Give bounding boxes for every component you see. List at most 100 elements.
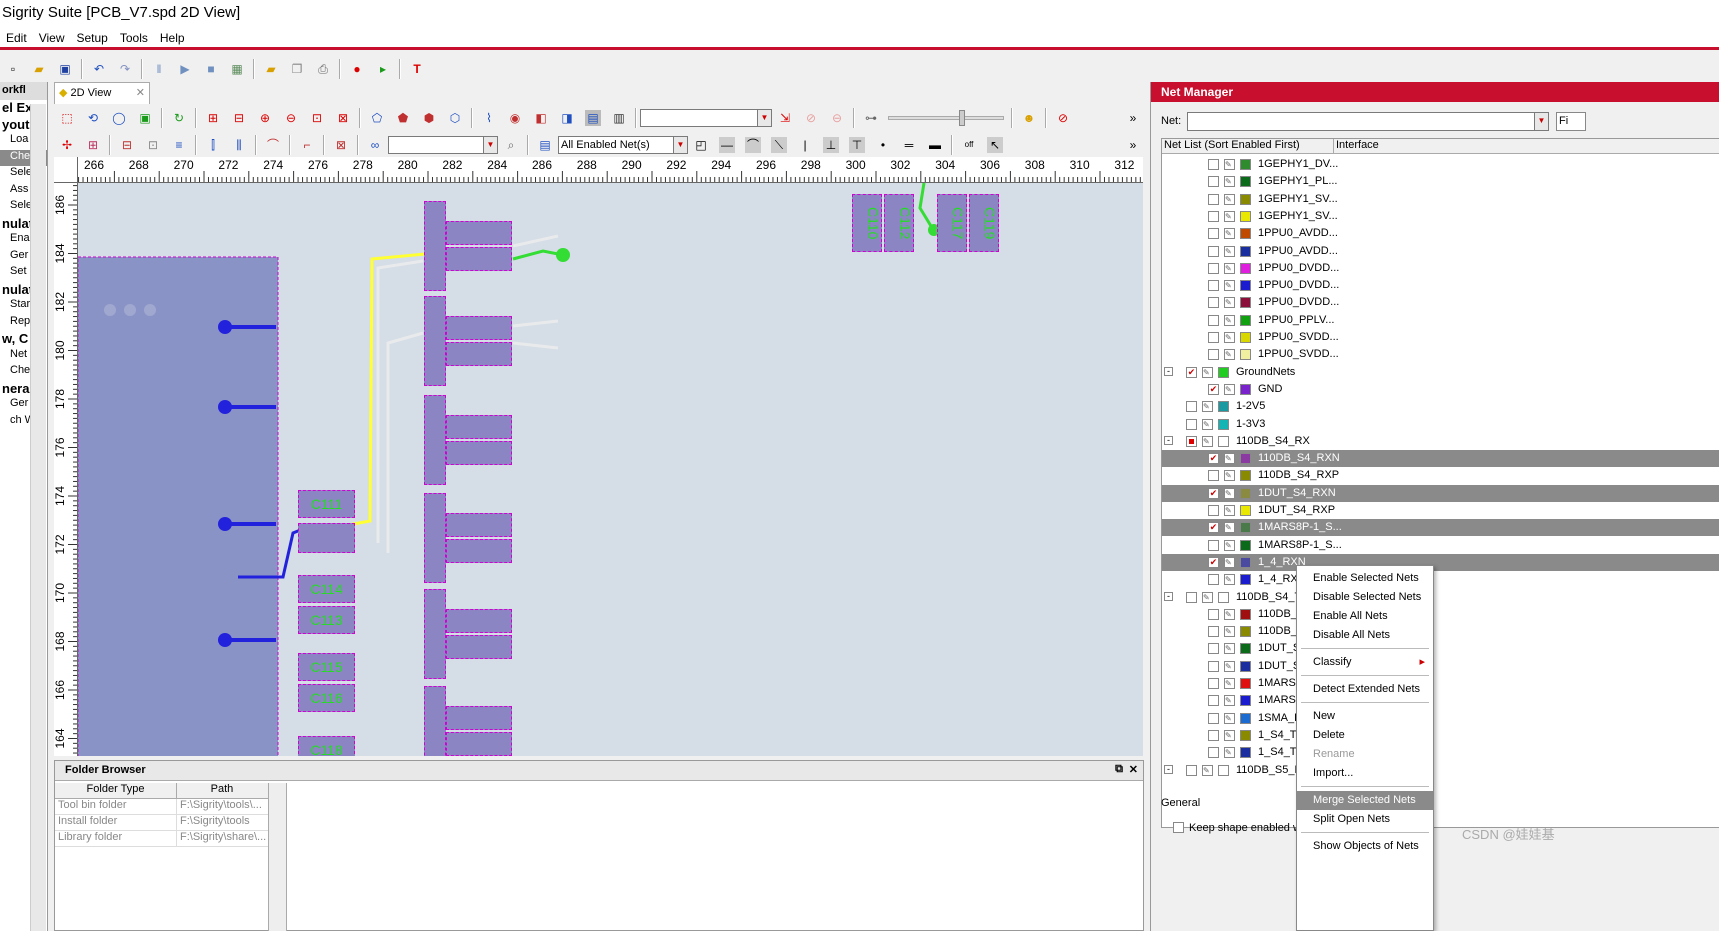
net-row[interactable]: ✎ 1SMA_D... <box>1162 710 1719 727</box>
net-enable-checkbox[interactable] <box>1208 660 1219 672</box>
edit-icon[interactable]: ✎ <box>1224 245 1235 257</box>
net-enable-checkbox[interactable] <box>1208 695 1219 707</box>
text-tool-icon[interactable]: T <box>409 61 425 77</box>
net-row[interactable]: ✎ 110DB_... <box>1162 623 1719 640</box>
run-icon[interactable]: ▸ <box>375 61 391 77</box>
net-row[interactable]: ✎ 1MARS... <box>1162 675 1719 692</box>
net-color-swatch[interactable] <box>1240 383 1251 395</box>
open-workflow-icon[interactable]: ▰ <box>263 61 279 77</box>
dash-icon[interactable]: ═ <box>901 137 917 153</box>
chip-icon[interactable]: ▦ <box>229 61 245 77</box>
menu-item-disable-all-nets[interactable]: Disable All Nets <box>1297 626 1433 645</box>
net-color-swatch[interactable] <box>1218 435 1229 447</box>
list-view-icon[interactable]: ▥ <box>611 110 627 126</box>
net-color-swatch[interactable] <box>1240 626 1251 638</box>
net-color-swatch[interactable] <box>1240 539 1251 551</box>
new-icon[interactable]: ▫ <box>5 61 21 77</box>
net-color-swatch[interactable] <box>1240 678 1251 689</box>
net-color-swatch[interactable] <box>1218 591 1229 603</box>
stack-icon[interactable]: ≡ <box>171 137 187 153</box>
net-enable-checkbox[interactable] <box>1186 401 1197 413</box>
net-enable-checkbox[interactable] <box>1208 193 1219 205</box>
net-color-swatch[interactable] <box>1240 643 1251 655</box>
net-row[interactable]: ✎ 1PPU0_PPLV... <box>1162 312 1719 329</box>
folder-scrollbar[interactable] <box>269 783 287 931</box>
net-row[interactable]: - ✎ 110DB_S4_RX <box>1162 433 1719 450</box>
net-enable-checkbox[interactable] <box>1208 643 1219 655</box>
net-color-swatch[interactable] <box>1240 522 1251 534</box>
net-row[interactable]: ✎ 1PPU0_DVDD... <box>1162 294 1719 311</box>
net-enable-checkbox[interactable]: ✔ <box>1208 522 1219 534</box>
redo-icon[interactable]: ↷ <box>117 61 133 77</box>
net-row[interactable]: ✎ 1MARS... <box>1162 692 1719 709</box>
net-enable-checkbox[interactable] <box>1208 297 1219 309</box>
edit-icon[interactable]: ✎ <box>1224 556 1235 568</box>
refresh-icon[interactable]: ↻ <box>171 110 187 126</box>
via-icon[interactable]: ◉ <box>507 110 523 126</box>
edit-icon[interactable]: ✎ <box>1224 695 1235 707</box>
net-color-swatch[interactable] <box>1240 159 1251 170</box>
net-color-swatch[interactable] <box>1240 262 1251 274</box>
net-color-swatch[interactable] <box>1240 245 1251 257</box>
edit-icon[interactable]: ✎ <box>1224 159 1235 170</box>
resistor-pad[interactable] <box>446 635 512 659</box>
float-icon[interactable]: ⧉ <box>1115 763 1123 776</box>
net-enable-checkbox[interactable] <box>1208 228 1219 240</box>
net-enable-checkbox[interactable] <box>1208 262 1219 274</box>
menu-item-classify[interactable]: Classify ▸ <box>1297 653 1433 672</box>
net-color-swatch[interactable] <box>1240 176 1251 188</box>
edit-icon[interactable]: ✎ <box>1224 297 1235 309</box>
net-color-swatch[interactable] <box>1218 366 1229 378</box>
binoculars-icon[interactable]: ∞ <box>367 137 383 153</box>
net-row[interactable]: ✎ 1GEPHY1_SV... <box>1162 191 1719 208</box>
shape-fill-icon[interactable]: ⬟ <box>395 110 411 126</box>
net-row[interactable]: ✎ 1PPU0_SVDD... <box>1162 346 1719 363</box>
line-icon[interactable]: — <box>719 136 735 153</box>
stop-icon[interactable]: ■ <box>203 61 219 77</box>
net-row[interactable]: ✎ 1GEPHY1_DV... <box>1162 156 1719 173</box>
net-enable-checkbox[interactable] <box>1208 210 1219 222</box>
menu-item-merge-selected-nets[interactable]: Merge Selected Nets <box>1297 791 1433 810</box>
net-enable-checkbox[interactable] <box>1186 591 1197 603</box>
net-enable-checkbox[interactable] <box>1186 435 1197 447</box>
dot-icon[interactable]: • <box>875 137 891 153</box>
close-tab-icon[interactable]: ✕ <box>136 86 145 99</box>
resistor-pad[interactable] <box>446 342 512 366</box>
net-enable-checkbox[interactable] <box>1208 608 1219 620</box>
vertical-line-icon[interactable]: | <box>797 137 813 153</box>
workflow-scrollbar[interactable] <box>30 104 46 931</box>
folder-row[interactable]: Library folder F:\Sigrity\share\... <box>55 831 268 847</box>
search-icon[interactable]: ⌕ <box>503 137 519 153</box>
image-icon[interactable]: ▣ <box>137 110 153 126</box>
save-icon[interactable]: ▣ <box>57 61 73 77</box>
net-enable-checkbox[interactable] <box>1208 280 1219 292</box>
net-enable-checkbox[interactable] <box>1208 539 1219 551</box>
net-color-swatch[interactable] <box>1240 487 1251 499</box>
edit-icon[interactable]: ✎ <box>1224 210 1235 222</box>
net-row[interactable]: - ✔ ✎ GroundNets <box>1162 364 1719 381</box>
resistor-pad[interactable] <box>446 221 512 245</box>
net-enable-checkbox[interactable] <box>1186 764 1197 776</box>
bottom-align-icon[interactable]: ⊥ <box>823 136 839 153</box>
net-color-swatch[interactable] <box>1240 297 1251 309</box>
menu-tools[interactable]: Tools <box>114 31 154 45</box>
shape-cut-icon[interactable]: ⬢ <box>421 110 437 126</box>
col-interface[interactable]: Interface <box>1334 139 1379 153</box>
grid-icon[interactable]: ⊞ <box>85 137 101 153</box>
net-color-swatch[interactable] <box>1240 660 1251 672</box>
pcb-canvas[interactable]: C111 C114 C113 C115 C116 C118 C110 C112 … <box>78 183 1143 756</box>
no-entry-icon[interactable]: ⊘ <box>1055 110 1071 126</box>
select-box-icon[interactable]: ⬚ <box>59 110 75 126</box>
net-color-swatch[interactable] <box>1240 349 1251 361</box>
net-row[interactable]: ✎ 110DB_S4_RXP <box>1162 467 1719 484</box>
net-enable-checkbox[interactable]: ✔ <box>1208 556 1219 568</box>
folder-row[interactable]: Install folder F:\Sigrity\tools <box>55 815 268 831</box>
edit-icon[interactable]: ✎ <box>1224 729 1235 741</box>
menu-item-delete[interactable]: Delete <box>1297 726 1433 745</box>
net-color-swatch[interactable] <box>1240 712 1251 724</box>
net-row[interactable]: ✔ ✎ 110DB_S4_RXN <box>1162 450 1719 468</box>
copy-icon[interactable]: ❐ <box>289 61 305 77</box>
collapse-icon[interactable]: - <box>1164 764 1173 774</box>
resistor-pack[interactable] <box>424 686 446 756</box>
resistor-pad[interactable] <box>446 609 512 633</box>
